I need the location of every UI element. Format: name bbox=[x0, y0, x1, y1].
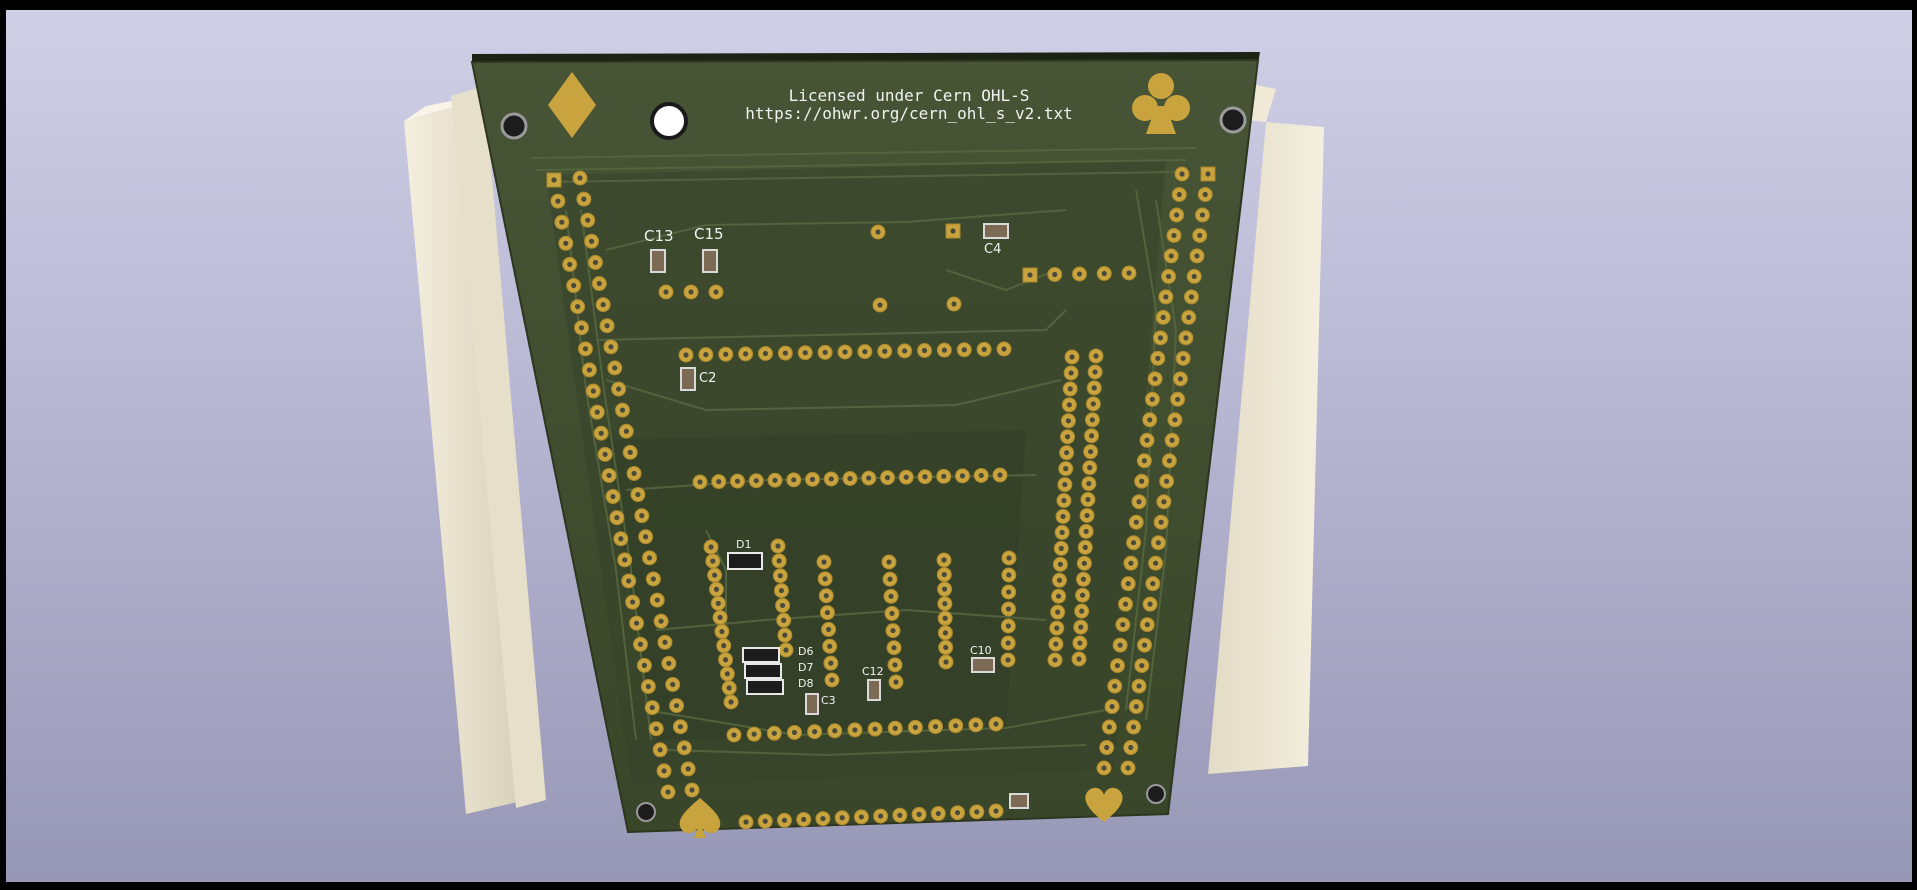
label-d7: D7 bbox=[798, 661, 813, 674]
pcb-3d-view[interactable]: Licensed under Cern OHL-S https://ohwr.o… bbox=[6, 10, 1912, 882]
label-c15: C15 bbox=[694, 225, 724, 243]
label-d6: D6 bbox=[798, 645, 813, 658]
label-c10: C10 bbox=[970, 644, 992, 657]
label-c12: C12 bbox=[862, 665, 884, 678]
label-c13: C13 bbox=[644, 227, 674, 245]
label-c3: C3 bbox=[821, 694, 836, 707]
3d-viewer-canvas[interactable]: Licensed under Cern OHL-S https://ohwr.o… bbox=[6, 10, 1912, 882]
label-c4: C4 bbox=[984, 242, 1001, 257]
label-c2: C2 bbox=[699, 371, 716, 386]
license-text-line2: https://ohwr.org/cern_ohl_s_v2.txt bbox=[745, 104, 1073, 123]
label-d8: D8 bbox=[798, 677, 813, 690]
license-text-line1: Licensed under Cern OHL-S bbox=[789, 86, 1030, 105]
label-d1: D1 bbox=[736, 538, 751, 551]
